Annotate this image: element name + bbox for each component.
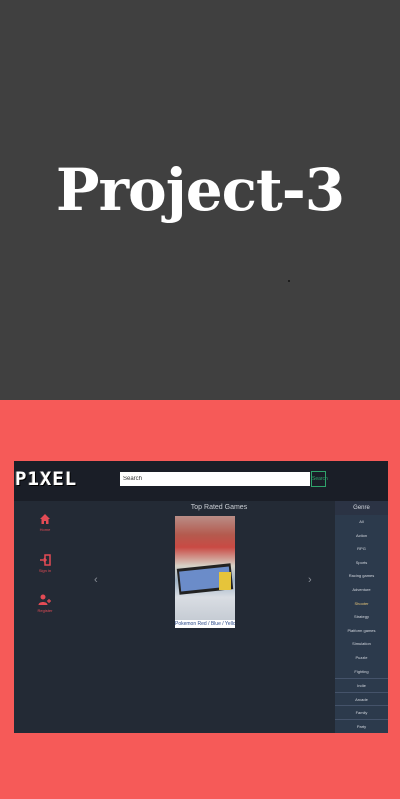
add-user-icon [38,594,51,605]
genre-item[interactable]: Strategy [335,610,388,624]
genre-sidebar-header: Genre [335,501,388,515]
site-logo[interactable]: P1XEL [15,468,77,490]
nav-home-label: Home [39,527,51,532]
genre-item[interactable]: Sports [335,556,388,570]
genre-item[interactable]: Platform games [335,624,388,638]
genre-item[interactable]: Puzzle [335,651,388,665]
nav-home[interactable]: Home [34,513,56,532]
genre-sidebar: Genre All Action RPG Sports Racing games… [335,501,388,733]
genre-item[interactable]: Racing games [335,569,388,583]
app-screenshot: P1XEL Search Home Sign in Register Top R… [14,461,388,733]
search-input[interactable] [120,472,310,486]
top-navbar: P1XEL Search [14,461,388,501]
nav-sign-in[interactable]: Sign in [34,554,56,573]
search-button[interactable]: Search [311,471,328,487]
genre-item[interactable]: All [335,515,388,529]
genre-item[interactable]: Family [335,705,388,719]
genre-item[interactable]: Indie [335,678,388,692]
genre-item[interactable]: Adventure [335,583,388,597]
hero-title: Project-3 [55,156,345,224]
carousel-prev-arrow[interactable]: ‹ [94,574,98,586]
hero-banner: Project-3 [0,0,400,400]
home-icon [40,514,50,524]
genre-item[interactable]: Action [335,529,388,543]
carousel-next-arrow[interactable]: › [308,574,312,586]
nav-register-label: Register [37,608,53,613]
sign-in-icon [40,554,51,566]
featured-game-caption: Pokemon Red / Blue / Yellow [175,620,235,628]
genre-item[interactable]: RPG [335,542,388,556]
stray-dot [288,280,290,282]
nav-sign-in-label: Sign in [38,568,52,573]
genre-item[interactable]: Party [335,718,388,733]
nav-register[interactable]: Register [34,594,56,613]
section-title: Top Rated Games [190,504,248,511]
genre-item[interactable]: Simulation [335,637,388,651]
genre-item[interactable]: Fighting [335,665,388,679]
genre-list: All Action RPG Sports Racing games Adven… [335,515,388,733]
genre-item[interactable]: Shooter [335,597,388,611]
cover-accent [219,572,231,590]
genre-item[interactable]: Arcade [335,691,388,706]
featured-game-cover[interactable]: Pokemon Red / Blue / Yellow [175,516,235,628]
